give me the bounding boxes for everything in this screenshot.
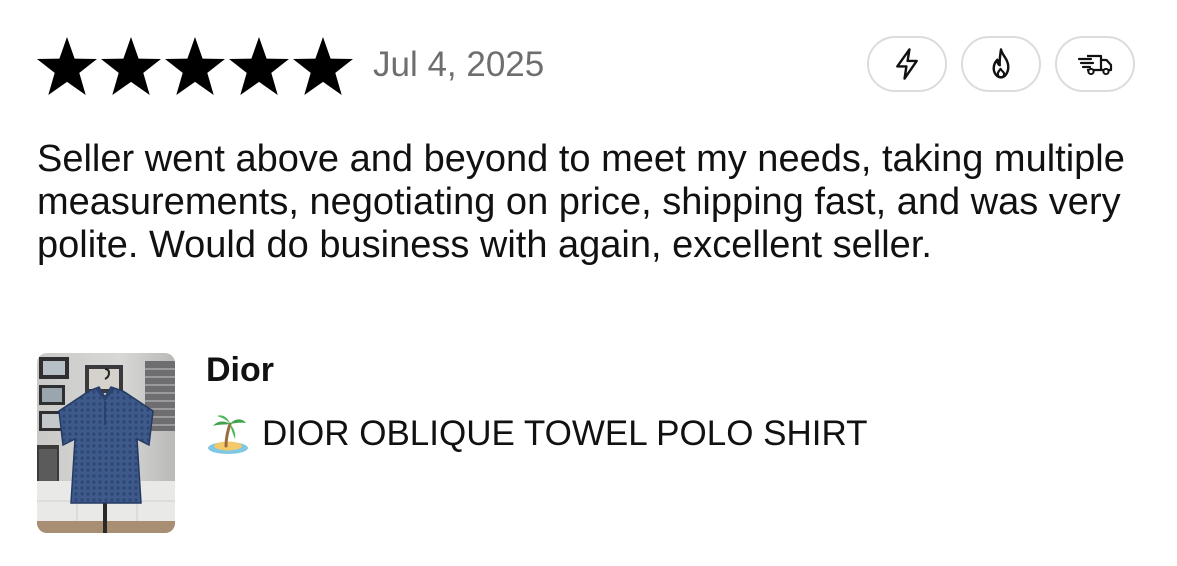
lightning-icon: [896, 48, 918, 80]
fast-shipping-truck-icon: [1077, 54, 1113, 76]
item-info: Dior DIOR OBLIQUE TOWEL POLO SHIRT: [206, 350, 868, 456]
review-text: Seller went above and beyond to meet my …: [37, 138, 1125, 266]
star-icon: [100, 36, 162, 96]
star-icon: [164, 36, 226, 96]
item-brand[interactable]: Dior: [206, 350, 868, 390]
polo-shirt-photo: [37, 353, 175, 533]
flame-icon: [992, 48, 1010, 79]
star-rating: [36, 36, 354, 96]
review-card: Jul 4, 2025 Seller went above and beyond…: [0, 0, 1177, 566]
star-icon: [292, 36, 354, 96]
desert-island-icon: [208, 415, 248, 454]
popular-seller-badge[interactable]: [961, 36, 1041, 92]
star-icon: [36, 36, 98, 96]
review-date: Jul 4, 2025: [373, 45, 545, 84]
fast-responder-badge[interactable]: [867, 36, 947, 92]
item-title: DIOR OBLIQUE TOWEL POLO SHIRT: [262, 414, 868, 453]
fast-shipping-badge[interactable]: [1055, 36, 1135, 92]
item-thumbnail[interactable]: [37, 353, 175, 533]
seller-badges: [867, 36, 1135, 92]
item-title-row[interactable]: DIOR OBLIQUE TOWEL POLO SHIRT: [206, 412, 868, 456]
star-icon: [228, 36, 290, 96]
